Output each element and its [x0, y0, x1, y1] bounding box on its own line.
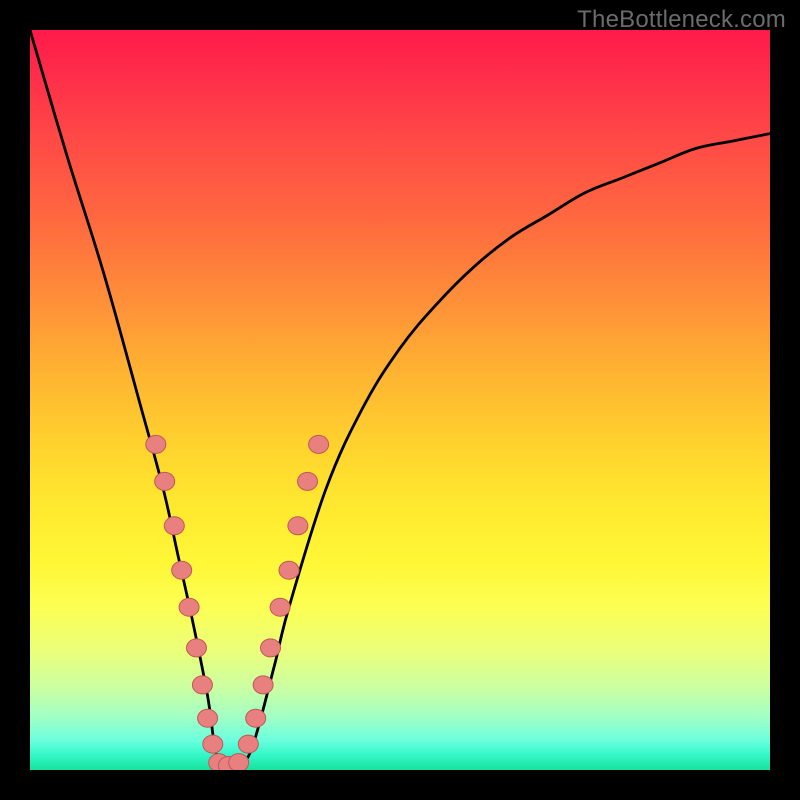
- curve-marker: [253, 676, 273, 694]
- bottleneck-curve-path: [30, 30, 770, 769]
- curve-layer: [30, 30, 770, 770]
- curve-marker: [246, 709, 266, 727]
- curve-marker: [279, 561, 299, 579]
- plot-area: [30, 30, 770, 770]
- curve-marker: [198, 709, 218, 727]
- curve-marker: [309, 435, 329, 453]
- curve-marker: [187, 639, 207, 657]
- curve-marker: [261, 639, 281, 657]
- curve-marker: [164, 517, 184, 535]
- chart-stage: TheBottleneck.com: [0, 0, 800, 800]
- curve-marker: [179, 598, 199, 616]
- curve-marker: [298, 472, 318, 490]
- curve-marker: [229, 754, 249, 770]
- watermark-text: TheBottleneck.com: [577, 6, 786, 34]
- marker-group: [146, 435, 329, 770]
- curve-marker: [172, 561, 192, 579]
- curve-marker: [288, 517, 308, 535]
- curve-marker: [146, 435, 166, 453]
- curve-marker: [203, 735, 223, 753]
- curve-marker: [238, 735, 258, 753]
- curve-marker: [155, 472, 175, 490]
- curve-marker: [192, 676, 212, 694]
- curve-marker: [270, 598, 290, 616]
